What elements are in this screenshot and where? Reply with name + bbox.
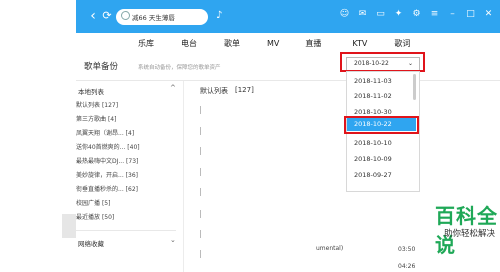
tab-lyrics[interactable]: 歌词 (394, 38, 410, 49)
minimize-icon[interactable]: – (447, 9, 458, 20)
tab-playlists[interactable]: 歌单 (224, 38, 240, 49)
net-favorites-header[interactable]: 网络收藏 (78, 238, 104, 248)
settings-icon[interactable]: ⚙ (411, 9, 422, 20)
sidebar-item-third-party[interactable]: 第三方歌曲 [4] (76, 114, 116, 123)
playlist-sidebar: 本地列表 ^ 默认列表 [127] 第三方歌曲 [4] 凤翼天翔（谢昂... [… (76, 81, 183, 272)
menu-icon[interactable]: ≡ (429, 9, 440, 20)
chevron-up-icon[interactable]: ^ (170, 84, 176, 92)
page-title: 歌单备份 (84, 62, 119, 72)
window-controls: ☺ ✉ ▭ ✦ ⚙ ≡ – □ ✕ (339, 9, 494, 20)
search-box[interactable] (116, 9, 208, 25)
song-title-fragment: umental) (316, 245, 344, 252)
date-option[interactable]: 2018-11-02 (354, 92, 392, 100)
song-row-mark (200, 210, 205, 218)
song-row-mark (200, 127, 205, 135)
dropdown-scrollbar[interactable] (413, 74, 416, 100)
song-row-mark (200, 188, 205, 196)
local-list-header[interactable]: 本地列表 (78, 86, 104, 96)
song-list-title: 默认列表 (200, 87, 228, 95)
sidebar-item-playlist-4[interactable]: 送你40首燃爽的... [40] (76, 142, 140, 151)
mail-icon[interactable]: ▭ (375, 9, 386, 20)
song-row-mark (200, 230, 205, 238)
watermark-subtitle: 助你轻松解决 (444, 229, 496, 239)
sidebar-item-campus-radio[interactable]: 校园广播 [5] (76, 198, 110, 207)
message-icon[interactable]: ✉ (357, 9, 368, 20)
left-margin (0, 0, 76, 272)
tab-radio[interactable]: 电台 (181, 38, 197, 49)
close-icon[interactable]: ✕ (483, 9, 494, 20)
song-row-mark (200, 250, 205, 258)
highlight-box-date-select (340, 52, 425, 72)
left-margin-gray-block (62, 214, 76, 238)
game-icon[interactable]: ✦ (393, 9, 404, 20)
date-option[interactable]: 2018-09-27 (354, 171, 392, 179)
date-option[interactable]: 2018-10-10 (354, 139, 392, 147)
sidebar-divider (76, 230, 176, 231)
tab-live[interactable]: 直播 (305, 38, 321, 49)
search-icon (121, 11, 130, 20)
sidebar-item-playlist-5[interactable]: 最热最嗨中文DJ... [73] (76, 156, 138, 165)
song-duration: 03:50 (398, 246, 416, 253)
chevron-down-icon[interactable]: ⌄ (170, 236, 176, 244)
sidebar-item-default[interactable]: 默认列表 [127] (76, 100, 118, 109)
sidebar-item-playlist-3[interactable]: 凤翼天翔（谢昂... [4] (76, 128, 134, 137)
tab-mv[interactable]: MV (267, 39, 279, 48)
date-option[interactable]: 2018-10-09 (354, 155, 392, 163)
date-option[interactable]: 2018-11-03 (354, 77, 392, 85)
date-option[interactable]: 2018-10-30 (354, 108, 392, 116)
skin-icon[interactable]: ☺ (339, 9, 350, 20)
song-row-mark (200, 147, 205, 155)
refresh-icon[interactable]: ⟳ (99, 8, 115, 24)
search-input[interactable] (132, 9, 204, 25)
sidebar-item-playlist-7[interactable]: 衔垂直播秒杀的... [62] (76, 184, 138, 193)
title-bar: ‹ ⟳ ♪ ☺ ✉ ▭ ✦ ⚙ ≡ – □ ✕ (76, 0, 500, 33)
highlight-box-selected-date (344, 116, 419, 134)
maximize-icon[interactable]: □ (465, 9, 476, 20)
music-app-window: ‹ ⟳ ♪ ☺ ✉ ▭ ✦ ⚙ ≡ – □ ✕ 乐库 电台 歌单 MV 直播 K… (76, 0, 500, 272)
song-list-count: [127] (235, 86, 254, 94)
tab-library[interactable]: 乐库 (138, 38, 154, 49)
microphone-icon[interactable]: ♪ (216, 9, 226, 23)
sidebar-item-playlist-6[interactable]: 美妙旋律，开启... [36] (76, 170, 138, 179)
sidebar-item-recent[interactable]: 最近播放 [50] (76, 212, 114, 221)
tab-ktv[interactable]: KTV (352, 39, 367, 48)
song-row-mark (200, 168, 205, 176)
song-row-mark (200, 106, 205, 114)
page-subtitle: 系统自动备份，保障您的歌单资产 (138, 65, 221, 71)
sidebar-vertical-divider (183, 81, 184, 272)
song-duration: 04:26 (398, 263, 416, 270)
main-tabs: 乐库 电台 歌单 MV 直播 KTV 歌词 (76, 33, 500, 53)
